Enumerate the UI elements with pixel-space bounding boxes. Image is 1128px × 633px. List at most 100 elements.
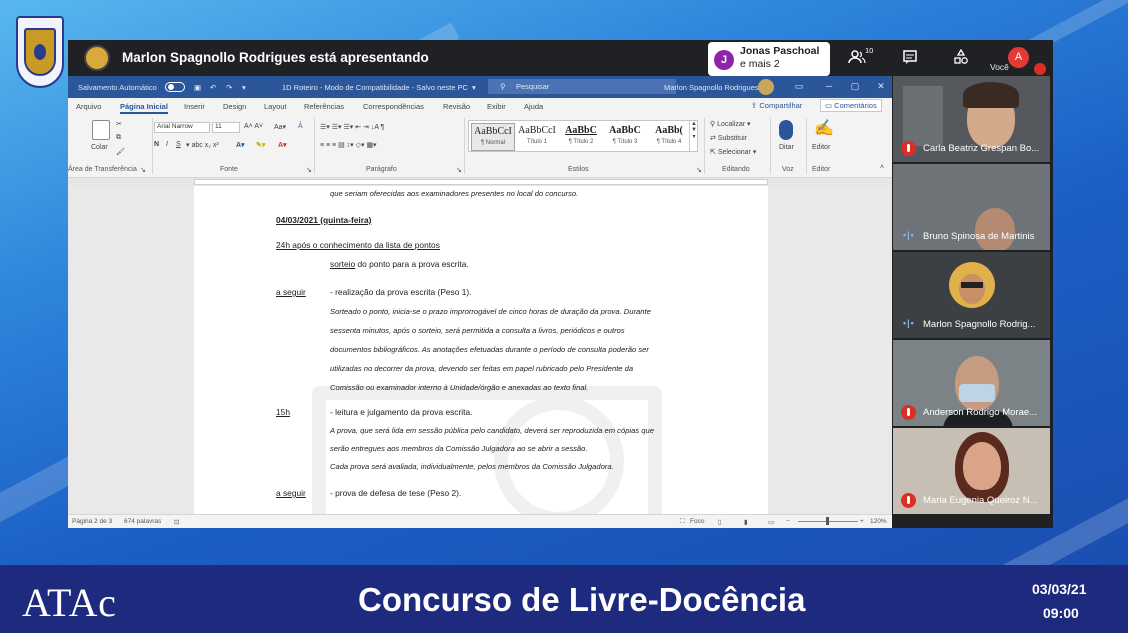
copy-icon[interactable]: ⧉	[116, 134, 121, 142]
page-count[interactable]: Página 2 de 3	[72, 518, 112, 525]
doc-line: que seriam oferecidas aos examinadores p…	[330, 189, 579, 198]
title-dropdown-icon[interactable]: ▾	[472, 83, 476, 92]
styles-launcher-icon[interactable]: ↘	[696, 166, 702, 174]
tab-pagina-inicial[interactable]: Página Inicial	[120, 102, 168, 114]
clipboard-launcher-icon[interactable]: ↘	[140, 166, 146, 174]
style-sample: AaBbC	[565, 125, 597, 136]
tab-exibir[interactable]: Exibir	[487, 102, 506, 111]
minimize-icon[interactable]: ─	[822, 79, 836, 93]
collapse-ribbon-icon[interactable]: ˄	[880, 164, 884, 171]
styles-scroll-icon[interactable]: ▲ ▼ ▾	[689, 121, 698, 151]
user-avatar[interactable]	[758, 79, 774, 95]
zoom-in-icon[interactable]: +	[860, 518, 864, 525]
style-normal[interactable]: AaBbCcI ¶ Normal	[471, 123, 515, 151]
style-name: ¶ Título 2	[568, 139, 594, 145]
document-page[interactable]: que seriam oferecidas aos examinadores p…	[194, 186, 768, 514]
find-button[interactable]: ⚲ Localizar ▾	[710, 120, 751, 128]
italic-icon[interactable]: I	[166, 141, 168, 148]
pinned-participant-card[interactable]: J Jonas Paschoal e mais 2	[708, 42, 830, 76]
autosave-toggle[interactable]	[165, 82, 185, 92]
share-button[interactable]: ⇪ Compartilhar	[751, 101, 802, 110]
zoom-slider-thumb[interactable]	[826, 517, 829, 525]
ribbon-display-icon[interactable]: ▭	[792, 79, 806, 93]
tab-inserir[interactable]: Inserir	[184, 102, 205, 111]
bold-icon[interactable]: N	[154, 141, 159, 148]
proofing-icon[interactable]: ⊡	[174, 518, 179, 526]
dictate-icon[interactable]	[779, 120, 793, 140]
style-titulo-3[interactable]: AaBbC ¶ Título 3	[603, 123, 647, 151]
text-effects-icon[interactable]: A▾	[236, 141, 245, 149]
paragraph-launcher-icon[interactable]: ↘	[456, 166, 462, 174]
redo-icon[interactable]: ↷	[226, 83, 232, 92]
participant-tile[interactable]: Carla Beatriz Grespan Bo...	[893, 76, 1050, 162]
underline-icon[interactable]: S	[176, 141, 181, 148]
maximize-icon[interactable]: ▢	[848, 79, 862, 93]
grow-font-icon[interactable]: A˄ A˅	[244, 123, 263, 130]
style-titulo-4[interactable]: AaBb( ¶ Título 4	[647, 123, 691, 151]
format-painter-icon[interactable]: 🖌	[116, 148, 125, 156]
tab-design[interactable]: Design	[223, 102, 246, 111]
print-layout-icon[interactable]: ▮	[744, 518, 748, 526]
participant-tile[interactable]: •|• Bruno Spinosa de Martinis	[893, 164, 1050, 250]
group-editor-label: Editor	[812, 166, 831, 173]
strikethrough-icon[interactable]: ▾ abc x₂ x²	[186, 141, 219, 149]
close-icon[interactable]: ✕	[874, 79, 888, 93]
style-sample: AaBbC	[609, 125, 641, 136]
tab-layout[interactable]: Layout	[264, 102, 287, 111]
ribbon-separator	[806, 118, 807, 174]
doc-line: Comissão ou examinador interno à Unidade…	[330, 383, 589, 392]
paste-label: Colar	[91, 144, 108, 151]
web-layout-icon[interactable]: ▭	[768, 518, 774, 526]
clear-format-icon[interactable]: A͛	[298, 123, 303, 130]
tab-revisao[interactable]: Revisão	[443, 102, 470, 111]
chat-icon[interactable]	[901, 49, 919, 67]
style-sample: AaBbCcI	[474, 126, 512, 137]
style-titulo-1[interactable]: AaBbCcI Título 1	[515, 123, 559, 151]
select-button[interactable]: ⇱ Selecionar ▾	[710, 148, 756, 156]
save-icon[interactable]: ▣	[194, 83, 201, 92]
bullets-icon[interactable]: ☰▾ ☰▾ ☰▾ ⇤ ⇥ ↓A ¶	[320, 123, 384, 131]
word-count[interactable]: 674 palavras	[124, 518, 161, 525]
activities-icon[interactable]	[952, 48, 970, 67]
pinned-name-line2: e mais 2	[740, 58, 780, 70]
editor-icon[interactable]: ✍	[814, 118, 834, 138]
zoom-out-icon[interactable]: −	[786, 518, 790, 525]
cut-icon[interactable]: ✂	[116, 120, 122, 128]
tab-referencias[interactable]: Referências	[304, 102, 344, 111]
paste-icon[interactable]	[92, 120, 110, 140]
highlight-icon[interactable]: ✎▾	[256, 141, 265, 149]
font-launcher-icon[interactable]: ↘	[306, 166, 312, 174]
change-case-icon[interactable]: Aa▾	[274, 123, 286, 131]
people-icon[interactable]	[848, 49, 866, 67]
undo-icon[interactable]: ↶	[210, 83, 216, 92]
participant-tile[interactable]: Anderson Rodrigo Morae...	[893, 340, 1050, 426]
zoom-level[interactable]: 120%	[870, 518, 887, 525]
status-bar: Página 2 de 3 674 palavras ⊡ ⛶ Foco ▯ ▮ …	[68, 514, 892, 528]
tab-ajuda[interactable]: Ajuda	[524, 102, 543, 111]
comments-button[interactable]: ▭ Comentários	[820, 99, 882, 112]
tab-arquivo[interactable]: Arquivo	[76, 102, 101, 111]
search-box[interactable]: ⚲ Pesquisar	[488, 79, 676, 94]
background-shelf	[903, 86, 943, 146]
meet-top-bar: Marlon Spagnollo Rodrigues está apresent…	[68, 40, 1053, 76]
ribbon-separator	[704, 118, 705, 174]
word-window: Salvamento Automático ▣ ↶ ↷ ▾ 1D Roteiro…	[68, 76, 892, 528]
style-titulo-2[interactable]: AaBbC ¶ Título 2	[559, 123, 603, 151]
focus-icon[interactable]: ⛶	[680, 518, 685, 526]
replace-button[interactable]: ⇄ Substituir	[710, 134, 747, 142]
font-color-icon[interactable]: A▾	[278, 141, 287, 149]
tab-correspondencias[interactable]: Correspondências	[363, 102, 424, 111]
participant-tile[interactable]: Maria Eugenia Queiroz N...	[893, 428, 1050, 514]
self-avatar[interactable]: A	[1008, 47, 1029, 68]
participant-tile[interactable]: •|• Marlon Spagnollo Rodrig...	[893, 252, 1050, 338]
speaking-indicator-icon: •|•	[903, 230, 915, 240]
select-label: Selecionar	[717, 149, 751, 156]
align-icons[interactable]: ≡ ≡ ≡ ▤ ↕▾ ◇▾ ▦▾	[320, 141, 377, 149]
replace-label: Substituir	[717, 135, 747, 142]
quick-access-more-icon[interactable]: ▾	[242, 83, 246, 92]
doc-line: documentos bibliográficos. As anotações …	[330, 345, 649, 354]
font-name-select[interactable]: Arial Narrow	[154, 122, 210, 133]
font-size-select[interactable]: 11	[212, 122, 240, 133]
read-mode-icon[interactable]: ▯	[718, 518, 722, 526]
focus-label[interactable]: Foco	[690, 518, 704, 525]
